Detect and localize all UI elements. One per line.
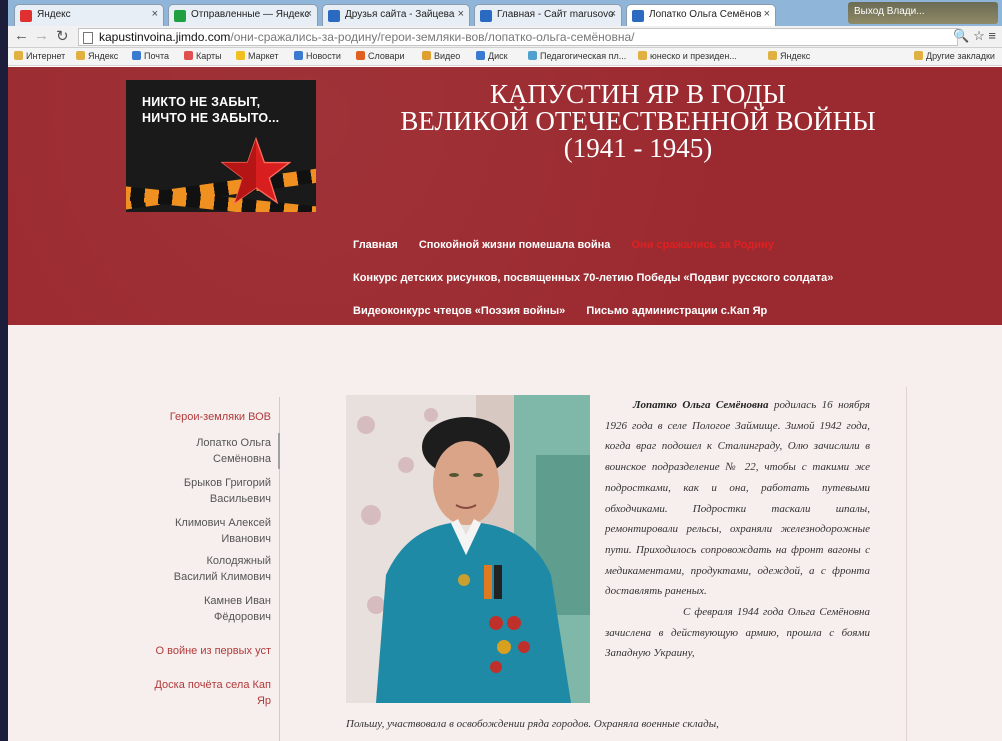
main-nav-row-2: Конкурс детских рисунков, посвященных 70… xyxy=(353,272,851,284)
close-icon[interactable]: × xyxy=(764,8,770,20)
sidebar-item-line: Доска почёта села Кап xyxy=(154,679,271,691)
nav-video-contest[interactable]: Видеоконкурс чтецов «Поэзия войны» xyxy=(353,305,565,317)
nav-drawing-contest[interactable]: Конкурс детских рисунков, посвященных 70… xyxy=(353,272,833,284)
nav-home[interactable]: Главная xyxy=(353,239,398,251)
url-input[interactable]: kapustinvoina.jimdo.com/они-сражались-за… xyxy=(78,28,958,46)
close-icon[interactable]: × xyxy=(610,8,616,20)
tab-friends[interactable]: Друзья сайта - Зайцева × xyxy=(322,4,470,26)
sidebar: Герои-земляки ВОВ Лопатко Ольга Семёновн… xyxy=(138,397,280,741)
sidebar-section-honor-board[interactable]: Доска почёта села Кап Яр xyxy=(154,677,271,709)
browser-window: Яндекс × Отправленные — Яндекс × Друзья … xyxy=(8,0,1002,741)
portrait-photo xyxy=(346,395,590,703)
title-line-3: (1941 - 1945) xyxy=(563,133,713,163)
nav-peaceful-life[interactable]: Спокойной жизни помешала война xyxy=(419,239,611,251)
sidebar-item-line: Климович Алексей xyxy=(175,517,271,529)
website: НИКТО НЕ ЗАБЫТ, НИЧТО НЕ ЗАБЫТО... КАПУС… xyxy=(8,67,1002,741)
title-line-2: ВЕЛИКОЙ ОТЕЧЕСТВЕННОЙ ВОЙНЫ xyxy=(400,106,876,136)
logo-line-1: НИКТО НЕ ЗАБЫТ, xyxy=(142,95,261,109)
tab-current[interactable]: Лопатко Ольга Семёнов × xyxy=(626,4,776,26)
main-nav-row-3: Видеоконкурс чтецов «Поэзия войны» Письм… xyxy=(353,305,785,317)
content-divider xyxy=(906,387,907,741)
back-arrow-icon[interactable]: ← xyxy=(14,27,29,44)
bookmark-item[interactable]: Новости xyxy=(294,51,341,61)
search-icon[interactable]: 🔍 ☆ ≡ xyxy=(953,28,996,44)
nav-letter[interactable]: Письмо администрации с.Кап Яр xyxy=(586,305,767,317)
tab-main[interactable]: Главная - Сайт marusovo × xyxy=(474,4,622,26)
address-bar: ← → ↻ kapustinvoina.jimdo.com/они-сражал… xyxy=(8,26,1002,48)
sidebar-item-line: Семёновна xyxy=(213,453,271,465)
sidebar-item-line: Колодяжный xyxy=(206,555,271,567)
sidebar-item-line: Васильевич xyxy=(209,493,271,505)
tab-label: Главная - Сайт marusovo xyxy=(497,9,614,20)
article-paragraph-1: родилась 16 ноября 1926 года в селе Поло… xyxy=(605,399,871,598)
bookmark-item[interactable]: Яндекс xyxy=(768,51,810,61)
article-paragraph-2: С февраля 1944 года Ольга Семёновна зачи… xyxy=(605,606,870,660)
bookmark-item[interactable]: Педагогическая пл... xyxy=(528,51,626,61)
person-name: Лопатко Ольга Семёновна xyxy=(633,399,769,411)
yandex-favicon-icon xyxy=(20,10,32,22)
tab-label: Отправленные — Яндекс xyxy=(191,9,310,20)
sidebar-item-kamnev[interactable]: Камнев Иван Фёдорович xyxy=(204,593,271,625)
sidebar-item-line: Василий Климович xyxy=(173,571,271,583)
sidebar-item-line: Брыков Григорий xyxy=(183,477,271,489)
close-icon[interactable]: × xyxy=(458,8,464,20)
sidebar-item-line: Иванович xyxy=(221,533,271,545)
jimdo-favicon-icon xyxy=(632,10,644,22)
jimdo-favicon-icon xyxy=(480,10,492,22)
red-star-icon xyxy=(221,136,291,205)
sidebar-item-line: Яр xyxy=(256,695,271,707)
sidebar-item-line: Лопатко Ольга xyxy=(196,437,271,449)
article-paragraph-3: Польшу, участвовала в освобождении ряда … xyxy=(346,718,719,730)
bookmark-item[interactable]: Словари xyxy=(356,51,405,61)
bookmark-item[interactable]: Карты xyxy=(184,51,222,61)
tab-strip: Яндекс × Отправленные — Яндекс × Друзья … xyxy=(8,0,1002,26)
article-text: Лопатко Ольга Семёновна родилась 16 нояб… xyxy=(605,395,870,664)
bookmark-item[interactable]: Яндекс xyxy=(76,51,118,61)
sidebar-item-kolodyazhny[interactable]: Колодяжный Василий Климович xyxy=(174,553,271,585)
profile-badge[interactable]: Выход Влади... xyxy=(848,2,998,24)
sidebar-item-klimovich[interactable]: Климович Алексей Иванович xyxy=(175,515,271,547)
close-icon[interactable]: × xyxy=(152,8,158,20)
nav-they-fought[interactable]: Они сражались за Родину xyxy=(631,239,773,251)
logo-line-2: НИЧТО НЕ ЗАБЫТО... xyxy=(142,111,280,125)
bookmark-item[interactable]: Интернет xyxy=(14,51,65,61)
other-bookmarks[interactable]: Другие закладки xyxy=(914,51,995,61)
sidebar-section-heroes[interactable]: Герои-земляки ВОВ xyxy=(170,409,271,425)
bookmark-item[interactable]: Почта xyxy=(132,51,169,61)
page-icon xyxy=(83,32,93,44)
portrait-photo-image xyxy=(346,395,590,703)
tab-label: Лопатко Ольга Семёнов xyxy=(649,9,762,20)
url-host: kapustinvoina.jimdo.com xyxy=(99,30,231,44)
sidebar-item-brykov[interactable]: Брыков Григорий Васильевич xyxy=(184,475,271,507)
title-line-1: КАПУСТИН ЯР В ГОДЫ xyxy=(490,79,786,109)
sidebar-section-first-hand[interactable]: О войне из первых уст xyxy=(156,643,272,659)
url-path: /они-сражались-за-родину/герои-земляки-в… xyxy=(230,30,635,44)
bookmarks-bar: Интернет Яндекс Почта Карты Маркет Новос… xyxy=(8,48,1002,66)
profile-label: Выход Влади... xyxy=(854,6,925,17)
tab-yandex[interactable]: Яндекс × xyxy=(14,4,164,26)
site-header: НИКТО НЕ ЗАБЫТ, НИЧТО НЕ ЗАБЫТО... КАПУС… xyxy=(8,67,1002,325)
sidebar-item-line: Камнев Иван xyxy=(204,595,271,607)
site-title: КАПУСТИН ЯР В ГОДЫ ВЕЛИКОЙ ОТЕЧЕСТВЕННОЙ… xyxy=(378,81,898,162)
jimdo-favicon-icon xyxy=(328,10,340,22)
forward-arrow-icon[interactable]: → xyxy=(34,27,49,44)
sidebar-item-line: Фёдорович xyxy=(214,611,271,623)
site-logo[interactable]: НИКТО НЕ ЗАБЫТ, НИЧТО НЕ ЗАБЫТО... xyxy=(126,80,316,212)
close-icon[interactable]: × xyxy=(306,8,312,20)
sidebar-current-marker xyxy=(278,433,280,469)
logo-text: НИКТО НЕ ЗАБЫТ, НИЧТО НЕ ЗАБЫТО... xyxy=(142,94,279,126)
bookmark-item[interactable]: Диск xyxy=(476,51,508,61)
bookmark-item[interactable]: Маркет xyxy=(236,51,278,61)
main-nav-row-1: Главная Спокойной жизни помешала война О… xyxy=(353,239,792,251)
tab-label: Друзья сайта - Зайцева xyxy=(345,9,455,20)
tab-sent-mail[interactable]: Отправленные — Яндекс × xyxy=(168,4,318,26)
bookmark-item[interactable]: юнеско и президен... xyxy=(638,51,737,61)
bookmark-item[interactable]: Видео xyxy=(422,51,460,61)
mail-favicon-icon xyxy=(174,10,186,22)
sidebar-item-lopatko[interactable]: Лопатко Ольга Семёновна xyxy=(196,435,271,467)
tab-label: Яндекс xyxy=(37,9,71,20)
reload-icon[interactable]: ↻ xyxy=(56,27,69,45)
